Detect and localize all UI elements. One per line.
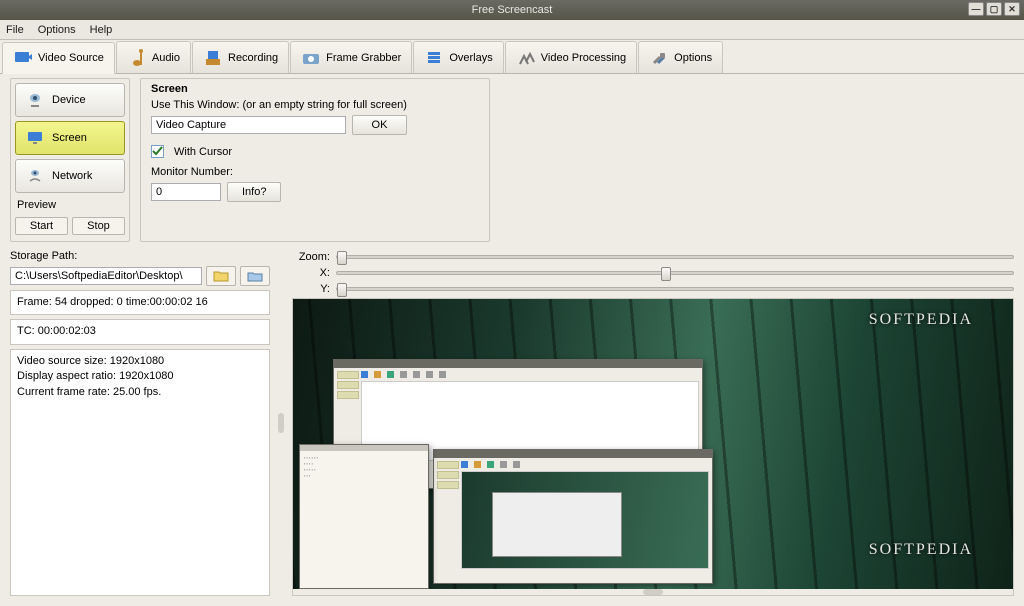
- tab-label: Frame Grabber: [326, 52, 401, 64]
- tab-label: Options: [674, 52, 712, 64]
- folder-icon: [213, 270, 229, 282]
- zoom-label: Zoom:: [292, 251, 330, 263]
- nested-side-panel: ▪ ▪ ▪ ▪ ▪ ▪▪ ▪ ▪ ▪▪ ▪ ▪ ▪ ▪▪ ▪ ▪: [299, 444, 429, 589]
- tab-audio[interactable]: Audio: [116, 41, 191, 73]
- network-label: Network: [52, 170, 92, 182]
- ok-button[interactable]: OK: [352, 115, 407, 135]
- preview-canvas: SOFTPEDIA SOFTPEDIA: [293, 299, 1013, 589]
- webcam-icon: [26, 91, 44, 109]
- overlays-icon: [424, 48, 444, 68]
- monitor-number-input[interactable]: [151, 183, 221, 201]
- y-slider[interactable]: [336, 287, 1014, 291]
- tab-video-processing[interactable]: Video Processing: [505, 41, 637, 73]
- preview-image: SOFTPEDIA SOFTPEDIA: [293, 299, 1013, 589]
- group-title: Screen: [151, 83, 479, 95]
- monitor-number-label: Monitor Number:: [151, 166, 479, 178]
- frame-status: Frame: 54 dropped: 0 time:00:00:02 16: [10, 290, 270, 315]
- preview-stop-button[interactable]: Stop: [72, 217, 125, 235]
- title-bar: Free Screencast — ▢ ✕: [0, 0, 1024, 20]
- maximize-button[interactable]: ▢: [986, 2, 1002, 16]
- tab-label: Recording: [228, 52, 278, 64]
- menu-help[interactable]: Help: [90, 24, 113, 36]
- browse-folder-button[interactable]: [206, 266, 236, 286]
- open-folder-button[interactable]: [240, 266, 270, 286]
- frame-grabber-icon: [301, 48, 321, 68]
- preview-start-button[interactable]: Start: [15, 217, 68, 235]
- preview-panel: Zoom: X: Y: SOFTPEDIA SOFT: [292, 250, 1014, 596]
- zoom-slider[interactable]: [336, 255, 1014, 259]
- vertical-splitter[interactable]: [278, 250, 284, 596]
- timecode-status: TC: 00:00:02:03: [10, 319, 270, 344]
- storage-path-input[interactable]: [10, 267, 202, 285]
- screen-label: Screen: [52, 132, 87, 144]
- menu-bar: File Options Help: [0, 20, 1024, 40]
- horizontal-splitter[interactable]: [293, 589, 1013, 595]
- device-button[interactable]: Device: [15, 83, 125, 117]
- screen-settings-group: Screen Use This Window: (or an empty str…: [140, 78, 490, 242]
- device-label: Device: [52, 94, 86, 106]
- video-source-icon: [13, 48, 33, 68]
- status-panel: Storage Path: Frame: 54 dropped: 0 time:…: [10, 250, 270, 596]
- tab-overlays[interactable]: Overlays: [413, 41, 503, 73]
- video-processing-icon: [516, 48, 536, 68]
- source-size: Video source size: 1920x1080: [17, 354, 263, 369]
- source-info-box: Video source size: 1920x1080 Display asp…: [10, 349, 270, 596]
- watermark-text: SOFTPEDIA: [869, 311, 973, 329]
- window-controls: — ▢ ✕: [968, 2, 1020, 16]
- watermark-text: SOFTPEDIA: [869, 541, 973, 559]
- storage-path-label: Storage Path:: [10, 250, 270, 262]
- x-slider[interactable]: [336, 271, 1014, 275]
- recording-icon: [203, 48, 223, 68]
- monitor-icon: [26, 129, 44, 147]
- y-label: Y:: [292, 283, 330, 295]
- options-icon: [649, 48, 669, 68]
- tab-strip: Video Source Audio Recording Frame Grabb…: [0, 40, 1024, 74]
- minimize-button[interactable]: —: [968, 2, 984, 16]
- network-button[interactable]: Network: [15, 159, 125, 193]
- folder-open-icon: [247, 270, 263, 282]
- tab-frame-grabber[interactable]: Frame Grabber: [290, 41, 412, 73]
- aspect-ratio: Display aspect ratio: 1920x1080: [17, 369, 263, 384]
- use-window-input[interactable]: [151, 116, 346, 134]
- use-window-label: Use This Window: (or an empty string for…: [151, 99, 479, 111]
- preview-label: Preview: [15, 197, 125, 211]
- network-icon: [26, 167, 44, 185]
- workspace: Device Screen Network Preview Start Stop…: [0, 74, 1024, 606]
- frame-rate: Current frame rate: 25.00 fps.: [17, 385, 263, 400]
- tab-label: Video Source: [38, 52, 104, 64]
- window-title: Free Screencast: [472, 4, 553, 16]
- close-button[interactable]: ✕: [1004, 2, 1020, 16]
- menu-file[interactable]: File: [6, 24, 24, 36]
- nested-window-inner: [433, 449, 713, 584]
- tab-options[interactable]: Options: [638, 41, 723, 73]
- with-cursor-checkbox[interactable]: [151, 145, 164, 158]
- tab-video-source[interactable]: Video Source: [2, 42, 115, 74]
- x-label: X:: [292, 267, 330, 279]
- audio-icon: [127, 48, 147, 68]
- device-selector-panel: Device Screen Network Preview Start Stop: [10, 78, 130, 242]
- tab-label: Video Processing: [541, 52, 626, 64]
- tab-label: Audio: [152, 52, 180, 64]
- screen-button[interactable]: Screen: [15, 121, 125, 155]
- tab-recording[interactable]: Recording: [192, 41, 289, 73]
- menu-options[interactable]: Options: [38, 24, 76, 36]
- info-button[interactable]: Info?: [227, 182, 281, 202]
- with-cursor-label: With Cursor: [174, 146, 232, 158]
- tab-label: Overlays: [449, 52, 492, 64]
